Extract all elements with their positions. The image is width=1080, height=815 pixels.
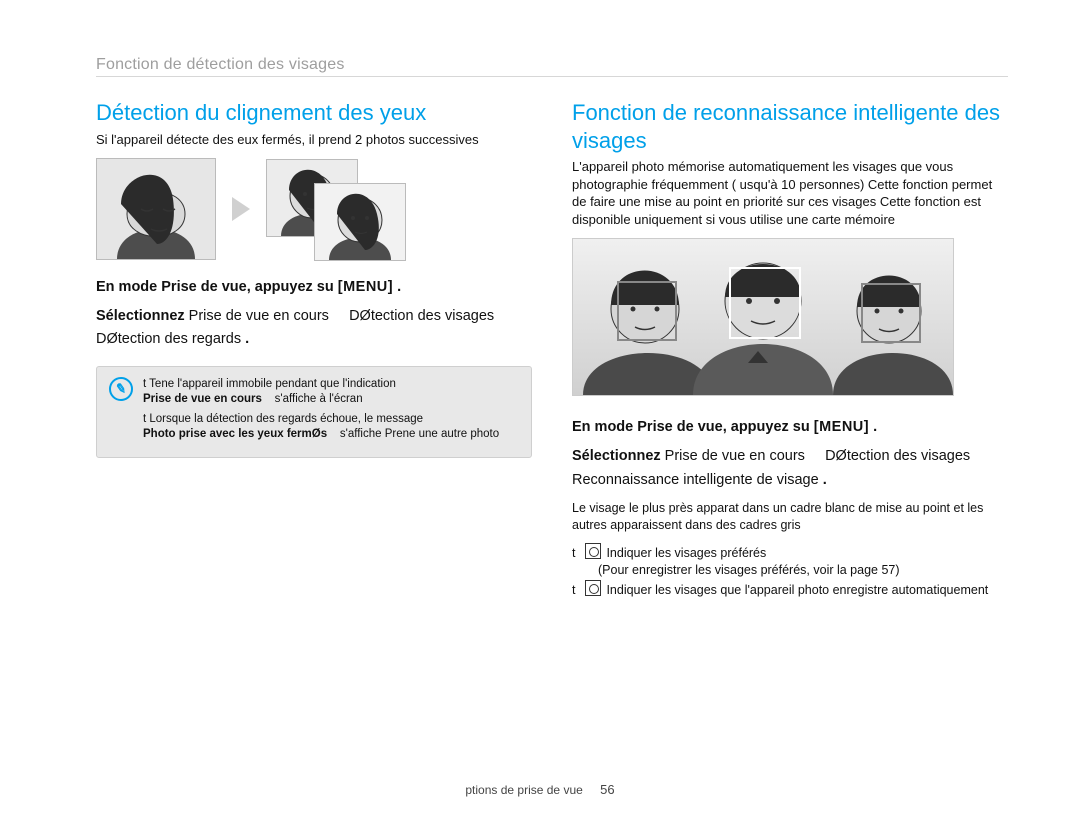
bullet-marker: t	[572, 546, 575, 560]
info-line1-hl: Prise de vue en cours	[143, 393, 262, 405]
bullet-marker2: t	[572, 583, 575, 597]
info-line2-post: s'affiche Prene une autre photo	[340, 428, 499, 440]
info-icon: ✎	[109, 377, 133, 401]
arrow-right-icon	[232, 197, 250, 221]
r-step2-opt2: DØtection des visages	[825, 448, 970, 464]
face-frame-gray-2	[861, 283, 921, 343]
info-line1-pre: t Tene l'appareil immobile pendant que l…	[143, 378, 396, 390]
bullet1-text: Indiquer les visages préférés	[606, 546, 766, 560]
bullet2-text: Indiquer les visages que l'appareil phot…	[606, 583, 988, 597]
r-step2-opt3: Reconnaissance intelligente de visage	[572, 472, 819, 488]
info-line2-pre: t Lorsque la détection des regards échou…	[143, 413, 423, 425]
left-column: Détection du clignement des yeux Si l'ap…	[96, 99, 532, 599]
right-heading: Fonction de reconnaissance intelligente …	[572, 99, 1008, 154]
step1-dot: .	[397, 279, 401, 295]
right-step-2: Sélectionnez Prise de vue en cours DØtec…	[572, 445, 1008, 491]
right-step-1: En mode Prise de vue, appuyez su [MENU] …	[572, 416, 1008, 439]
page-footer: ptions de prise de vue 56	[0, 782, 1080, 797]
r-menu-label: [MENU]	[814, 419, 869, 435]
bullet1-sub: (Pour enregistrer les visages préférés, …	[598, 563, 900, 577]
right-bullets: t Indiquer les visages préférés (Pour en…	[572, 543, 1008, 600]
r-step1-dot: .	[873, 419, 877, 435]
photo-eyes-closed	[96, 158, 216, 260]
step2-dot: .	[245, 331, 249, 347]
face-frame-gray-1	[617, 281, 677, 341]
r-step2-dot: .	[823, 472, 827, 488]
r-step2-label: Sélectionnez	[572, 448, 661, 464]
r-step1-text: En mode Prise de vue, appuyez su	[572, 419, 810, 435]
step2-opt2: DØtection des visages	[349, 308, 494, 324]
page-number: 56	[600, 782, 614, 797]
step2-opt3: DØtection des regards	[96, 331, 241, 347]
page-header: Fonction de détection des visages	[96, 56, 1008, 77]
left-intro: Si l'appareil détecte des eux fermés, il…	[96, 131, 532, 149]
face-frame-preferred-icon	[585, 543, 601, 559]
group-photo-illustration	[572, 238, 954, 396]
r-step2-opt1: Prise de vue en cours	[665, 448, 805, 464]
right-explain: Le visage le plus près apparat dans un c…	[572, 500, 1008, 535]
photo-eyes-open-2	[314, 183, 406, 261]
step2-label: Sélectionnez	[96, 308, 185, 324]
face-frame-white	[729, 267, 801, 339]
info-box: ✎ t Tene l'appareil immobile pendant que…	[96, 366, 532, 458]
left-step-1: En mode Prise de vue, appuyez su [MENU] …	[96, 276, 532, 299]
left-heading: Détection du clignement des yeux	[96, 99, 532, 127]
left-step-2: Sélectionnez Prise de vue en cours DØtec…	[96, 305, 532, 351]
footer-section: ptions de prise de vue	[465, 783, 582, 797]
step2-opt1: Prise de vue en cours	[189, 308, 329, 324]
info-line1-post: s'affiche à l'écran	[275, 393, 363, 405]
menu-label: [MENU]	[338, 279, 393, 295]
right-column: Fonction de reconnaissance intelligente …	[572, 99, 1008, 599]
face-frame-auto-icon	[585, 580, 601, 596]
right-intro: L'appareil photo mémorise automatiquemen…	[572, 158, 1008, 228]
step1-text: En mode Prise de vue, appuyez su	[96, 279, 334, 295]
info-line2-hl: Photo prise avec les yeux fermØs	[143, 428, 327, 440]
info-text: t Tene l'appareil immobile pendant que l…	[143, 377, 521, 447]
blink-illustration	[96, 158, 532, 260]
